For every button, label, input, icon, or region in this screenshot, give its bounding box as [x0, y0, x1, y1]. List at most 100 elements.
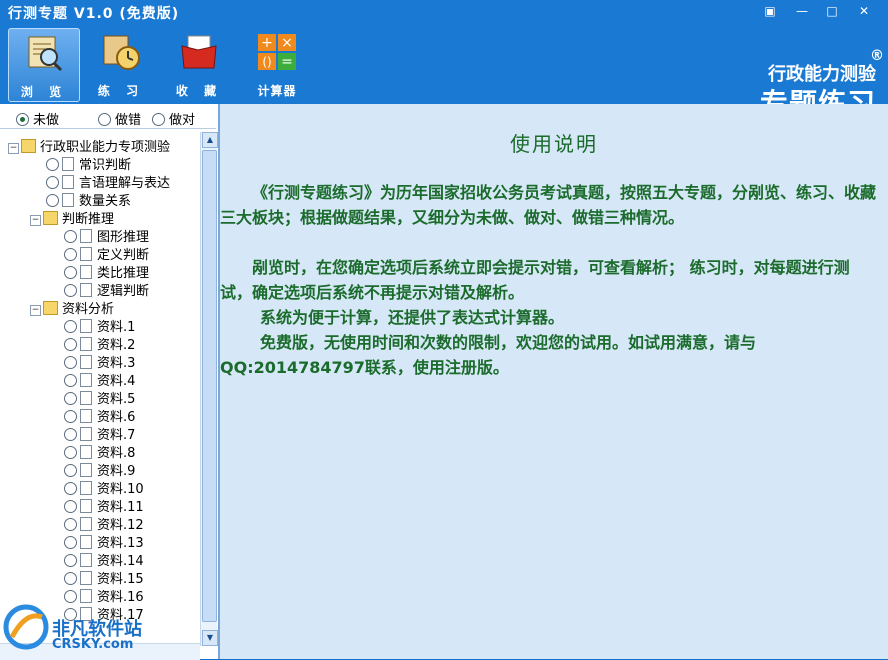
- tree-item[interactable]: 资料.2: [64, 334, 135, 353]
- tree-item[interactable]: 资料.12: [64, 514, 144, 533]
- tree-item[interactable]: 资料.15: [64, 568, 144, 587]
- document-icon: [80, 535, 92, 549]
- tree-item[interactable]: 常识判断: [46, 154, 132, 173]
- calculator-label: 计算器: [257, 84, 297, 98]
- radio-icon: [64, 464, 77, 477]
- tree-item[interactable]: 逻辑判断: [64, 280, 150, 299]
- tree-item-label: 常识判断: [79, 158, 132, 173]
- tree-root[interactable]: − 行政职业能力专项测验: [8, 136, 170, 155]
- tree-item-label: 定义判断: [97, 248, 150, 263]
- radio-icon: [46, 176, 59, 189]
- tree-item-label: 资料.3: [97, 356, 136, 371]
- collapse-icon[interactable]: −: [8, 143, 19, 154]
- radio-icon: [64, 230, 77, 243]
- document-icon: [80, 481, 92, 495]
- radio-icon: [64, 392, 77, 405]
- radio-icon: [46, 194, 59, 207]
- tree-item[interactable]: 资料.4: [64, 370, 136, 389]
- document-icon: [80, 355, 92, 369]
- folder-icon: [43, 301, 58, 315]
- document-icon: [80, 319, 92, 333]
- tree-item[interactable]: 定义判断: [64, 244, 150, 263]
- tree-item[interactable]: 资料.8: [64, 442, 136, 461]
- main-content: 使用说明 《行测专题练习》为历年国家招收公务员考试真题，按照五大专题，分剐览、练…: [220, 104, 888, 659]
- filter-right[interactable]: 做对: [152, 109, 195, 128]
- tree-item-label: 资料.8: [97, 446, 136, 461]
- radio-icon: [64, 536, 77, 549]
- tree-item[interactable]: 资料.11: [64, 496, 144, 515]
- tree-item[interactable]: 资料.13: [64, 532, 144, 551]
- tree-item[interactable]: 资料.10: [64, 478, 144, 497]
- tree-item[interactable]: 资料.7: [64, 424, 135, 443]
- minimize-button[interactable]: —: [790, 2, 814, 20]
- tree-item[interactable]: 资料.9: [64, 460, 136, 479]
- filter-undone[interactable]: 未做: [16, 109, 59, 128]
- radio-icon: [64, 500, 77, 513]
- tree-item-label: 资料.10: [97, 482, 144, 497]
- menu-button[interactable]: ▣: [758, 2, 782, 20]
- radio-icon: [64, 248, 77, 261]
- radio-icon: [64, 266, 77, 279]
- radio-icon: [98, 113, 111, 126]
- tree-item-label: 资料.1: [97, 320, 136, 335]
- tree-item-label: 逻辑判断: [97, 284, 150, 299]
- tree-folder-label: 资料分析: [62, 302, 115, 317]
- document-icon: [80, 571, 92, 585]
- radio-icon: [64, 446, 77, 459]
- tree-item[interactable]: 数量关系: [46, 190, 132, 209]
- document-icon: [80, 247, 92, 261]
- collapse-icon[interactable]: −: [30, 305, 41, 316]
- calculator-button[interactable]: + × () = 计算器: [242, 28, 312, 100]
- tree-folder[interactable]: − 判断推理: [30, 208, 114, 227]
- practice-button[interactable]: 练 习: [86, 28, 156, 100]
- scroll-thumb[interactable]: [202, 150, 217, 622]
- tree-item-label: 数量关系: [79, 194, 132, 209]
- tree-item-label: 资料.5: [97, 392, 136, 407]
- browse-label: 浏 览: [20, 85, 68, 99]
- collapse-icon[interactable]: −: [30, 215, 41, 226]
- tree-vertical-scrollbar[interactable]: ▲ ▼: [200, 132, 218, 646]
- paragraph: 系统为便于计算，还提供了表达式计算器。: [260, 308, 565, 327]
- svg-text:×: ×: [281, 35, 293, 51]
- practice-label: 练 习: [97, 84, 145, 98]
- filter-undone-label: 未做: [33, 113, 60, 128]
- favorites-icon: [181, 35, 217, 69]
- radio-icon: [64, 482, 77, 495]
- tree-item-label: 资料.9: [97, 464, 136, 479]
- tree-folder[interactable]: − 资料分析: [30, 298, 115, 317]
- radio-selected-icon: [16, 113, 29, 126]
- document-icon: [80, 517, 92, 531]
- browse-button[interactable]: 浏 览: [8, 28, 80, 102]
- radio-icon: [46, 158, 59, 171]
- favorites-button[interactable]: 收 藏: [164, 28, 234, 100]
- radio-icon: [64, 356, 77, 369]
- tree-item[interactable]: 资料.14: [64, 550, 144, 569]
- tree-item-label: 资料.14: [97, 554, 144, 569]
- radio-icon: [64, 428, 77, 441]
- tree-item[interactable]: 资料.6: [64, 406, 136, 425]
- browse-icon: [28, 36, 63, 72]
- maximize-button[interactable]: □: [820, 2, 844, 20]
- document-icon: [80, 283, 92, 297]
- filter-wrong[interactable]: 做错: [98, 109, 141, 128]
- practice-icon: [103, 35, 140, 70]
- watermark-logo: 非凡软件站 CRSKY.com: [2, 597, 162, 657]
- tree-item-label: 资料.4: [97, 374, 136, 389]
- close-button[interactable]: ✕: [852, 2, 876, 20]
- tree-item-label: 类比推理: [97, 266, 150, 281]
- tree-item[interactable]: 图形推理: [64, 226, 149, 245]
- filter-wrong-label: 做错: [115, 113, 142, 128]
- radio-icon: [64, 554, 77, 567]
- tree-item[interactable]: 资料.3: [64, 352, 136, 371]
- svg-text:=: =: [281, 54, 293, 70]
- scroll-up-icon[interactable]: ▲: [202, 132, 218, 148]
- scroll-down-icon[interactable]: ▼: [202, 630, 218, 646]
- tree-item-label: 资料.12: [97, 518, 144, 533]
- tree-item[interactable]: 言语理解与表达: [46, 172, 170, 191]
- tree-item[interactable]: 类比推理: [64, 262, 150, 281]
- radio-icon: [64, 572, 77, 585]
- tree-item-label: 资料.6: [97, 410, 136, 425]
- tree-item[interactable]: 资料.5: [64, 388, 136, 407]
- document-icon: [62, 175, 74, 189]
- tree-item[interactable]: 资料.1: [64, 316, 136, 335]
